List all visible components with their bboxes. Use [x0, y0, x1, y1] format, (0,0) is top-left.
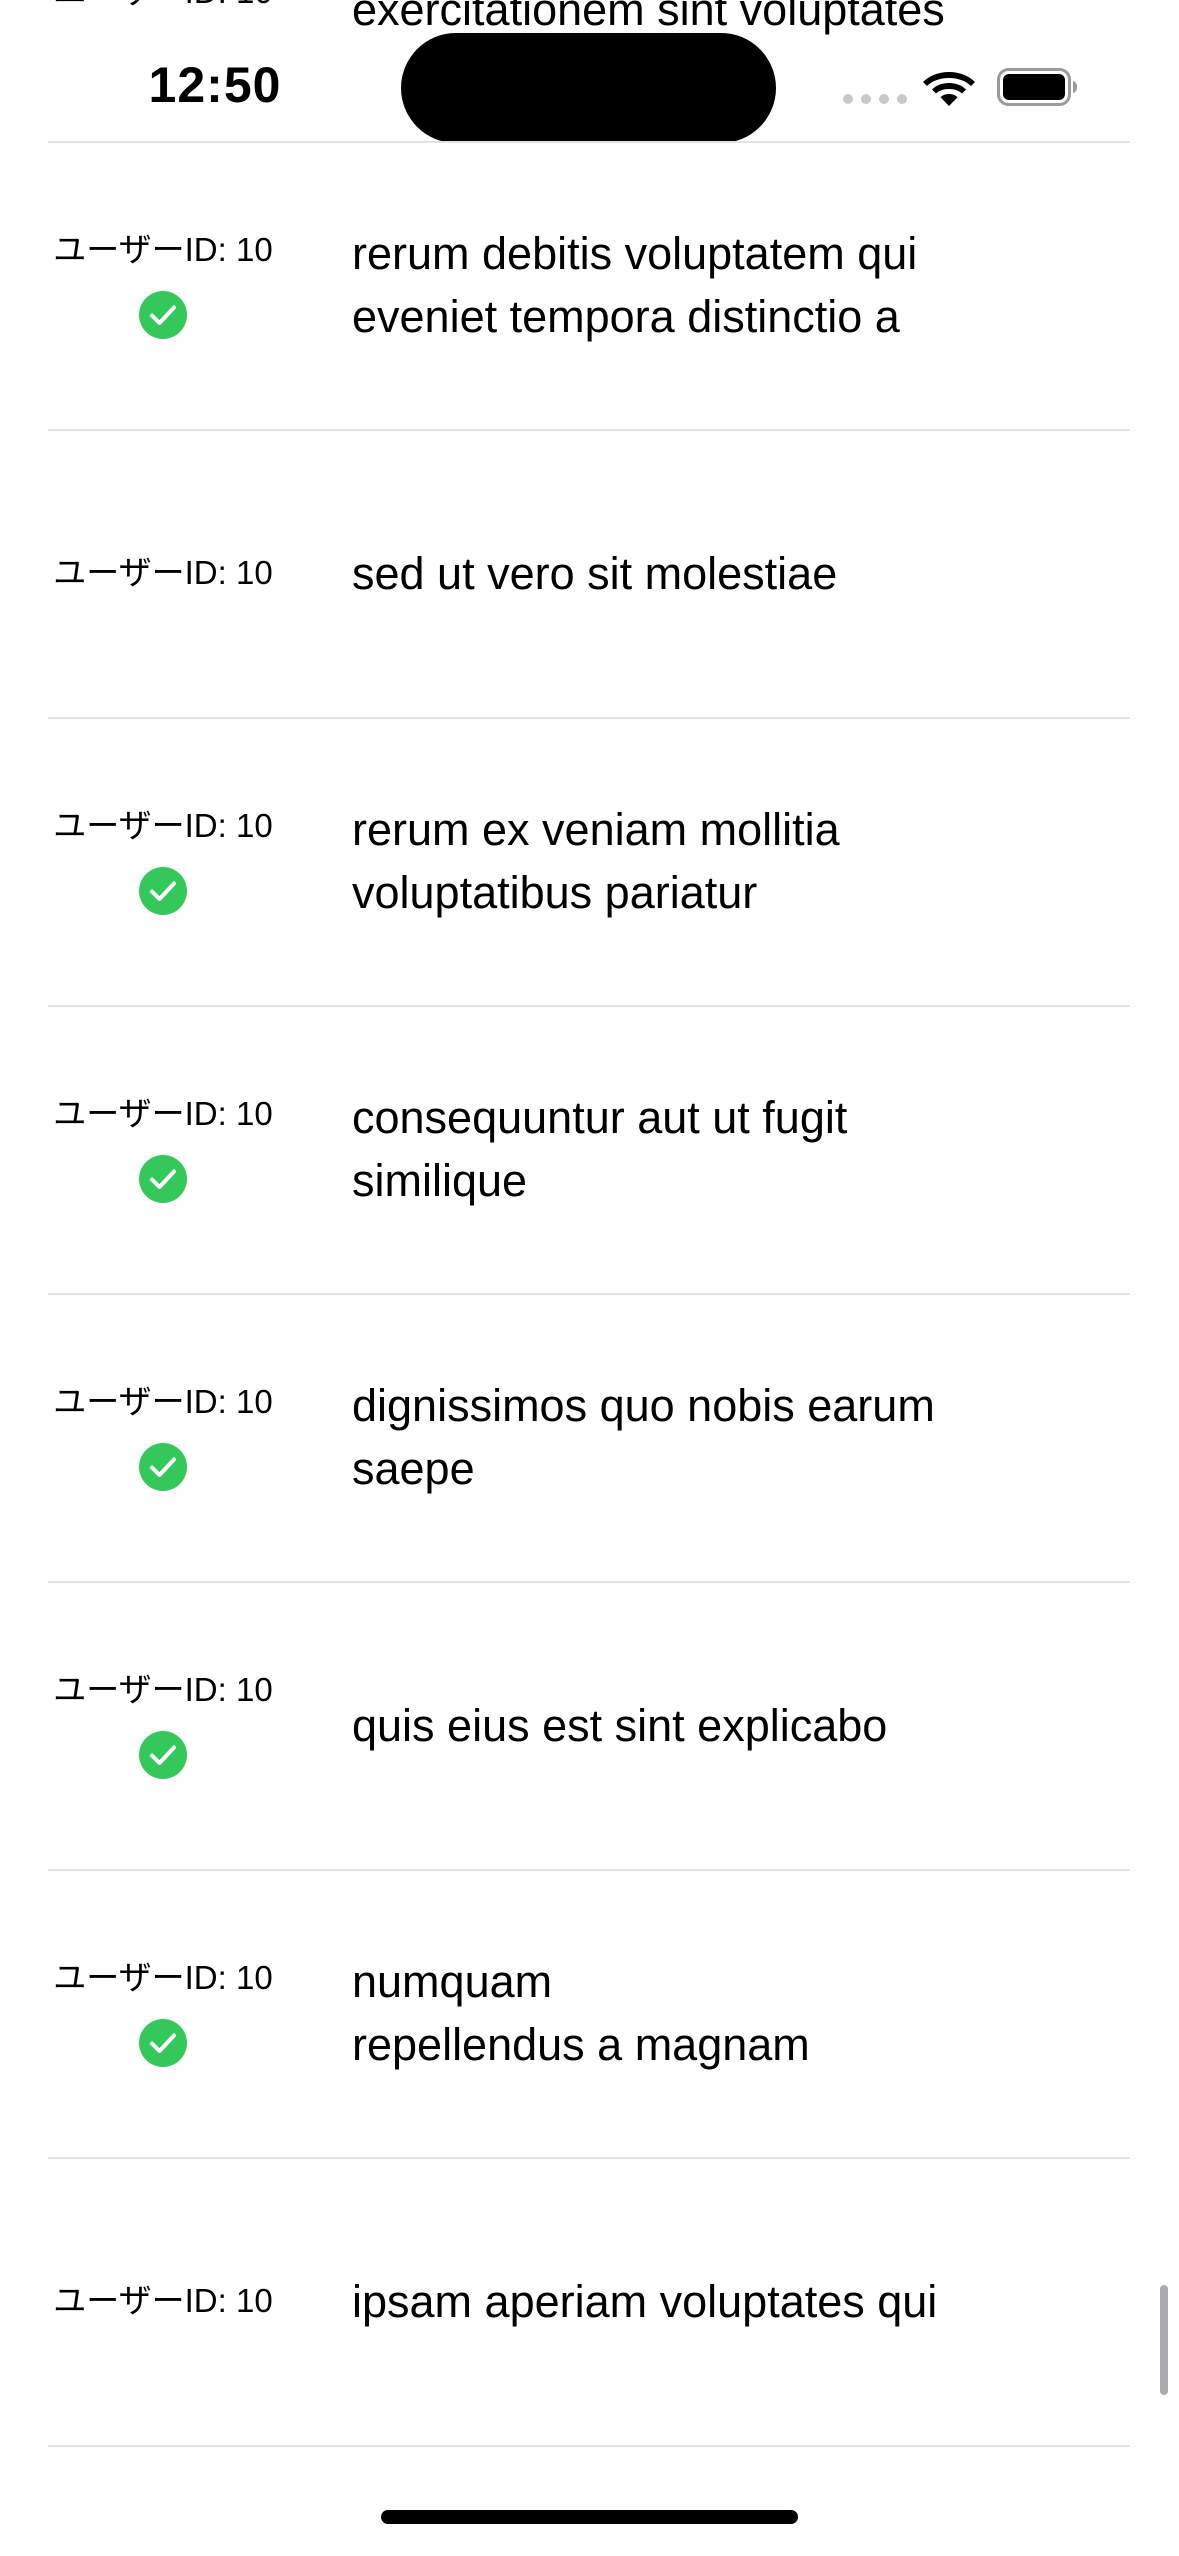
todo-title: dignissimos quo nobis earum saepe [352, 1380, 935, 1494]
list-item[interactable]: ユーザーID: 10 ipsam aperiam voluptates qui [0, 2157, 1179, 2445]
cellular-signal-icon [843, 94, 907, 104]
todo-list[interactable]: ユーザーID: 10 rerum debitis voluptatem qui e… [0, 141, 1179, 2447]
todo-title: rerum ex veniam mollitia voluptatibus pa… [352, 804, 840, 918]
home-indicator[interactable] [381, 2510, 798, 2524]
status-time: 12:50 [148, 57, 282, 113]
row-meta: ユーザーID: 10 [48, 1869, 278, 2157]
wifi-icon [923, 72, 975, 106]
todo-title: sed ut vero sit molestiae [352, 547, 838, 599]
user-id-label: ユーザーID: 10 [53, 1959, 273, 1996]
checkmark-circle-fill-icon [138, 1730, 188, 1780]
user-id-label: ユーザーID: 10 [53, 231, 273, 268]
row-meta: ユーザーID: 10 [48, 1005, 278, 1293]
list-item[interactable]: ユーザーID: 10 rerum ex veniam mollitia volup… [0, 717, 1179, 1005]
row-meta: ユーザーID: 10 [48, 717, 278, 1005]
list-item[interactable]: ユーザーID: 10 consequuntur aut ut fugit simi… [0, 1005, 1179, 1293]
checkmark-circle-fill-icon [138, 2018, 188, 2068]
todo-title: ipsam aperiam voluptates qui [352, 2275, 938, 2327]
row-meta: ユーザーID: 10 [48, 429, 278, 717]
list-item[interactable]: ユーザーID: 10 quis eius est sint explicabo [0, 1581, 1179, 1869]
checkmark-circle-fill-icon [138, 1442, 188, 1492]
checkmark-circle-fill-icon [138, 290, 188, 340]
row-meta: ユーザーID: 10 [48, 1581, 278, 1869]
list-item[interactable]: ユーザーID: 10 sed ut vero sit molestiae [0, 429, 1179, 717]
user-id-label: ユーザーID: 10 [53, 1383, 273, 1420]
todo-title: quis eius est sint explicabo [352, 1699, 888, 1751]
list-item[interactable]: ユーザーID: 10 rerum debitis voluptatem qui e… [0, 141, 1179, 429]
todo-title: rerum debitis voluptatem qui eveniet tem… [352, 228, 918, 342]
user-id-label: ユーザーID: 10 [53, 554, 273, 591]
user-id-label: ユーザーID: 10 [53, 1671, 273, 1708]
user-id-label: ユーザーID: 10 [53, 1095, 273, 1132]
row-meta: ユーザーID: 10 [48, 141, 278, 429]
dynamic-island [401, 33, 776, 143]
row-meta: ユーザーID: 10 [48, 1293, 278, 1581]
battery-icon [997, 68, 1077, 106]
todo-title: numquam repellendus a magnam [352, 1956, 810, 2070]
user-id-label: ユーザーID: 10 [53, 2282, 273, 2319]
scroll-indicator[interactable] [1160, 2285, 1168, 2395]
checkmark-circle-fill-icon [138, 866, 188, 916]
list-item[interactable]: ユーザーID: 10 numquam repellendus a magnam [0, 1869, 1179, 2157]
row-meta: ユーザーID: 10 [48, 2157, 278, 2445]
checkmark-circle-fill-icon [138, 1154, 188, 1204]
row-separator [48, 2445, 1130, 2447]
status-bar: 12:50 [0, 0, 1179, 143]
list-item[interactable]: ユーザーID: 10 dignissimos quo nobis earum sa… [0, 1293, 1179, 1581]
todo-title: consequuntur aut ut fugit similique [352, 1092, 848, 1206]
user-id-label: ユーザーID: 10 [53, 807, 273, 844]
